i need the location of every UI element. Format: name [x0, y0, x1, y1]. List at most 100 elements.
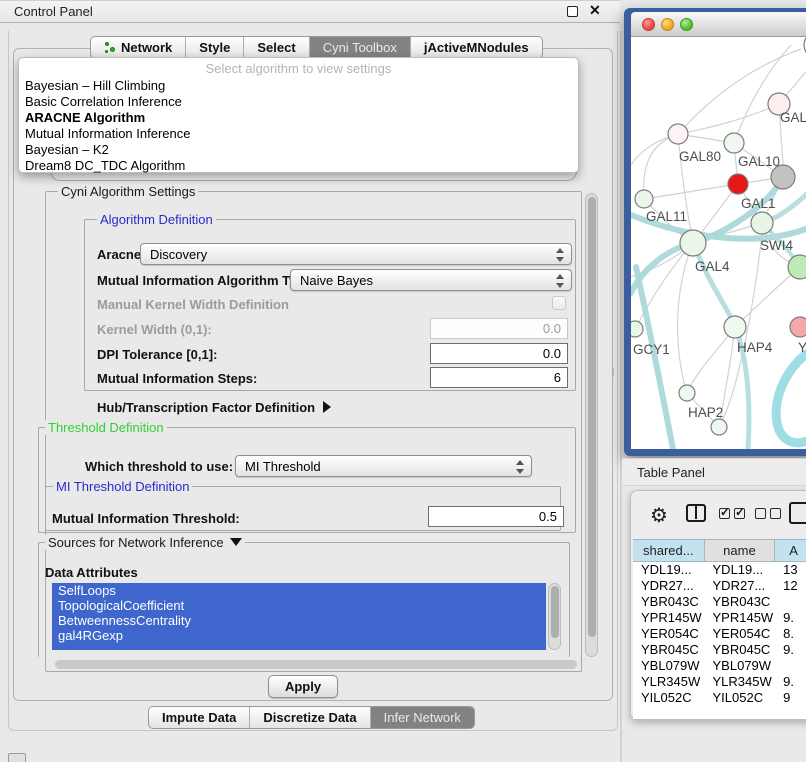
table-row[interactable]: YER054CYER054C8.: [633, 626, 806, 642]
gear-icon[interactable]: ⚙: [650, 503, 668, 528]
attributes-scrollbar[interactable]: [548, 583, 561, 650]
zoom-window-icon[interactable]: [680, 18, 693, 31]
table-window: ⚙ shared...nameA YDL19...YDL19...13YDR27…: [630, 490, 806, 720]
dropdown-item[interactable]: Basic Correlation Inference: [19, 94, 578, 110]
dropdown-item[interactable]: Bayesian – K2: [19, 142, 578, 158]
dropdown-item[interactable]: ARACNE Algorithm: [19, 110, 578, 126]
table-row[interactable]: YBR045CYBR045C9.: [633, 642, 806, 658]
network-node[interactable]: [790, 317, 806, 337]
network-node[interactable]: [711, 419, 727, 435]
table-row[interactable]: YLR345WYLR345W9.: [633, 674, 806, 690]
tab-infer-network[interactable]: Infer Network: [371, 707, 474, 728]
table-cell: YPR145W: [633, 610, 705, 626]
network-node[interactable]: [679, 385, 695, 401]
mi-threshold-field[interactable]: 0.5: [428, 506, 564, 527]
table-row[interactable]: YBR043CYBR043C: [633, 594, 806, 610]
attribute-item[interactable]: TopologicalCoefficient: [52, 598, 546, 613]
table-row[interactable]: YBL079WYBL079W: [633, 658, 806, 674]
deselect-all-icon[interactable]: [755, 508, 781, 519]
network-node-label: GAL1: [741, 196, 776, 211]
tab-cyni-toolbox[interactable]: Cyni Toolbox: [310, 37, 411, 58]
tab-network[interactable]: Network: [91, 37, 186, 58]
network-node[interactable]: [680, 230, 706, 256]
network-node-label: GAL80: [679, 149, 721, 164]
mi-type-label: Mutual Information Algorithm Type:: [97, 273, 316, 288]
column-header[interactable]: A: [775, 540, 806, 562]
network-view-window[interactable]: GALGAL80GAL10GAL1GAL11SWI4GAL4GCY1HAP4YH…: [624, 8, 806, 456]
network-node[interactable]: [724, 316, 746, 338]
close-window-icon[interactable]: [642, 18, 655, 31]
data-attributes-label: Data Attributes: [45, 565, 138, 580]
algorithm-definition-legend: Algorithm Definition: [97, 212, 216, 227]
column-header[interactable]: name: [705, 540, 776, 562]
new-table-icon[interactable]: [789, 502, 806, 524]
data-attributes-list[interactable]: SelfLoopsTopologicalCoefficientBetweenne…: [52, 583, 546, 650]
mi-steps-field[interactable]: 6: [430, 367, 568, 388]
tab-jactivemnodules[interactable]: jActiveMNodules: [411, 37, 542, 58]
combo-stepper-icon: [516, 460, 525, 474]
which-threshold-value: MI Threshold: [245, 459, 321, 474]
column-header[interactable]: shared...: [633, 540, 705, 562]
network-node[interactable]: [668, 124, 688, 144]
table-panel-titlebar: Table Panel: [622, 458, 806, 486]
network-node[interactable]: [635, 190, 653, 208]
settings-hscrollbar[interactable]: [55, 660, 577, 669]
which-threshold-combo[interactable]: MI Threshold: [235, 455, 532, 477]
network-node-label: GAL11: [646, 209, 687, 224]
attribute-item[interactable]: SelfLoops: [52, 583, 546, 598]
mi-type-combo[interactable]: Naive Bayes: [290, 269, 572, 291]
dpi-tolerance-field[interactable]: 0.0: [430, 343, 568, 364]
collapsed-panel-stub[interactable]: [8, 753, 26, 762]
network-canvas[interactable]: GALGAL80GAL10GAL1GAL11SWI4GAL4GCY1HAP4YH…: [631, 37, 806, 449]
top-tab-bar: Network Style Select Cyni ToolboxjActiveMNo…: [90, 36, 543, 59]
network-node[interactable]: [631, 321, 643, 337]
tab-impute-data[interactable]: Impute Data: [149, 707, 250, 728]
kernel-width-field[interactable]: 0.0: [430, 318, 568, 339]
table-row[interactable]: YPR145WYPR145W9.: [633, 610, 806, 626]
table-cell: YIL052C: [633, 690, 705, 706]
network-window-titlebar[interactable]: [631, 12, 806, 37]
combo-stepper-icon: [556, 274, 565, 288]
dropdown-item[interactable]: Dream8 DC_TDC Algorithm: [19, 158, 578, 174]
attribute-item[interactable]: gal4RGexp: [52, 628, 546, 643]
table-cell: YLR345W: [705, 674, 776, 690]
screen: { "control_panel": { "title": "Control P…: [0, 0, 806, 762]
network-node-label: SWI4: [760, 238, 793, 253]
tab-label: Select: [257, 40, 295, 55]
dropdown-item[interactable]: Mutual Information Inference: [19, 126, 578, 142]
columns-view-icon[interactable]: [686, 504, 706, 522]
network-edge-highlighted: [776, 354, 806, 443]
table-row[interactable]: YIL052CYIL052C9: [633, 690, 806, 706]
apply-button[interactable]: Apply: [268, 675, 338, 698]
table-cell: 9.: [775, 610, 806, 626]
table-row[interactable]: YDL19...YDL19...13: [633, 562, 806, 578]
network-node[interactable]: [751, 212, 773, 234]
table-row[interactable]: YDR27...YDR27...12: [633, 578, 806, 594]
network-node[interactable]: [728, 174, 748, 194]
table-panel-title: Table Panel: [637, 465, 705, 480]
float-panel-icon[interactable]: [567, 6, 578, 17]
network-node[interactable]: [724, 133, 744, 153]
manual-kernel-checkbox[interactable]: [552, 296, 566, 310]
tab-discretize-data[interactable]: Discretize Data: [250, 707, 370, 728]
attribute-item[interactable]: BetweennessCentrality: [52, 613, 546, 628]
network-edge: [678, 243, 693, 393]
sources-legend-toggle[interactable]: Sources for Network Inference: [45, 535, 245, 550]
table-grid: shared...nameA YDL19...YDL19...13YDR27..…: [633, 539, 806, 719]
table-cell: 12: [775, 578, 806, 594]
tab-style[interactable]: Style: [186, 37, 244, 58]
tab-label: Network: [121, 40, 172, 55]
minimize-window-icon[interactable]: [661, 18, 674, 31]
settings-vscrollbar[interactable]: [585, 193, 598, 657]
table-cell: YER054C: [705, 626, 776, 642]
close-panel-icon[interactable]: ✕: [589, 2, 601, 19]
hub-definition-toggle[interactable]: Hub/Transcription Factor Definition: [97, 400, 331, 415]
network-node-label: HAP4: [737, 340, 773, 355]
dropdown-item[interactable]: Bayesian – Hill Climbing: [19, 78, 578, 94]
network-edge: [687, 327, 735, 393]
select-all-icon[interactable]: [719, 508, 745, 519]
table-cell: YER054C: [633, 626, 705, 642]
aracne-mode-combo[interactable]: Discovery: [140, 243, 572, 265]
network-node[interactable]: [788, 255, 806, 279]
tab-select[interactable]: Select: [244, 37, 309, 58]
